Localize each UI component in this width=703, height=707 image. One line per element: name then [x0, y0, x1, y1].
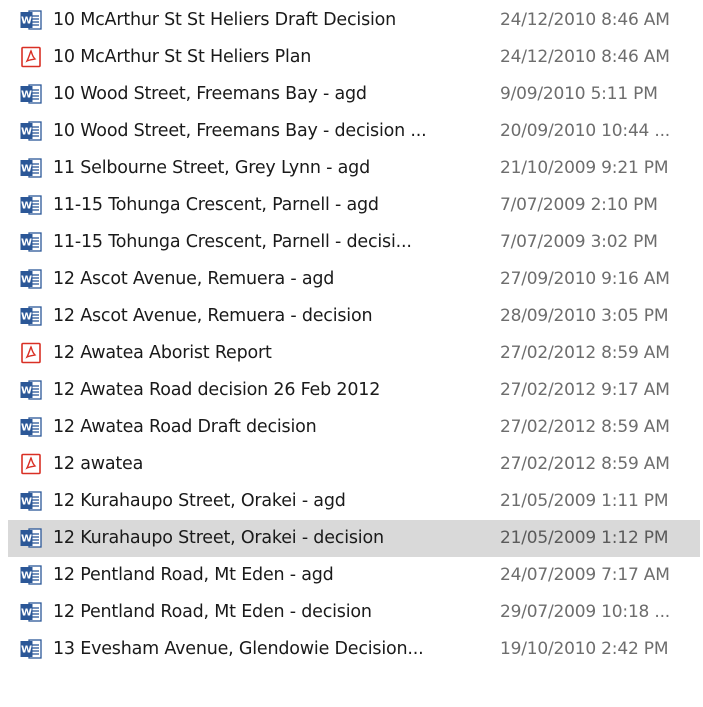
svg-text:W: W [21, 238, 32, 249]
svg-text:W: W [21, 312, 32, 323]
file-row[interactable]: W 10 Wood Street, Freemans Bay - agd 9/09… [8, 76, 700, 113]
word-doc-icon: W [19, 563, 43, 587]
word-doc-icon: W [19, 119, 43, 143]
word-doc-icon: W [19, 415, 43, 439]
file-date-modified: 24/12/2010 8:46 AM [500, 10, 670, 30]
file-date-modified: 21/05/2009 1:11 PM [500, 491, 669, 511]
word-doc-icon: W [19, 193, 43, 217]
file-date-modified: 27/02/2012 8:59 AM [500, 454, 670, 474]
svg-text:W: W [21, 608, 32, 619]
file-row[interactable]: W 12 Ascot Avenue, Remuera - agd 27/09/20… [8, 261, 700, 298]
file-row[interactable]: W 13 Evesham Avenue, Glendowie Decision.… [8, 631, 700, 668]
word-doc-icon: W [19, 489, 43, 513]
file-date-modified: 24/12/2010 8:46 AM [500, 47, 670, 67]
file-date-modified: 21/05/2009 1:12 PM [500, 528, 669, 548]
pdf-icon [19, 45, 43, 69]
file-date-modified: 21/10/2009 9:21 PM [500, 158, 669, 178]
file-row[interactable]: W 11 Selbourne Street, Grey Lynn - agd 21… [8, 150, 700, 187]
file-name: 12 Awatea Road decision 26 Feb 2012 [53, 380, 381, 400]
file-name: 11-15 Tohunga Crescent, Parnell - decisi… [53, 232, 412, 252]
file-date-modified: 7/07/2009 2:10 PM [500, 195, 658, 215]
file-row[interactable]: 12 awatea 27/02/2012 8:59 AM [8, 446, 700, 483]
file-list: W 10 McArthur St St Heliers Draft Decisi… [0, 0, 703, 707]
file-row[interactable]: W 10 McArthur St St Heliers Draft Decisi… [8, 2, 700, 39]
file-row[interactable]: W 12 Awatea Road decision 26 Feb 2012 27/… [8, 372, 700, 409]
svg-text:W: W [21, 386, 32, 397]
file-name: 11 Selbourne Street, Grey Lynn - agd [53, 158, 371, 178]
file-date-modified: 24/07/2009 7:17 AM [500, 565, 670, 585]
word-doc-icon: W [19, 600, 43, 624]
file-date-modified: 27/02/2012 8:59 AM [500, 343, 670, 363]
file-name: 13 Evesham Avenue, Glendowie Decision... [53, 639, 424, 659]
file-name: 10 Wood Street, Freemans Bay - agd [53, 84, 367, 104]
svg-text:W: W [21, 275, 32, 286]
file-row[interactable]: 10 McArthur St St Heliers Plan 24/12/2010… [8, 39, 700, 76]
file-name: 12 Kurahaupo Street, Orakei - agd [53, 491, 346, 511]
file-name: 12 Awatea Aborist Report [53, 343, 272, 363]
file-row[interactable]: W 11-15 Tohunga Crescent, Parnell - deci… [8, 224, 700, 261]
svg-text:W: W [21, 16, 32, 27]
svg-text:W: W [21, 497, 32, 508]
svg-text:W: W [21, 645, 32, 656]
pdf-icon [19, 452, 43, 476]
word-doc-icon: W [19, 8, 43, 32]
file-name: 12 Kurahaupo Street, Orakei - decision [53, 528, 384, 548]
file-row[interactable]: W 11-15 Tohunga Crescent, Parnell - agd 7… [8, 187, 700, 224]
word-doc-icon: W [19, 637, 43, 661]
file-name: 12 Pentland Road, Mt Eden - agd [53, 565, 334, 585]
file-date-modified: 7/07/2009 3:02 PM [500, 232, 658, 252]
file-row[interactable]: W 12 Kurahaupo Street, Orakei - decision… [8, 520, 700, 557]
file-date-modified: 9/09/2010 5:11 PM [500, 84, 658, 104]
word-doc-icon: W [19, 156, 43, 180]
file-date-modified: 29/07/2009 10:18 ... [500, 602, 670, 622]
file-row[interactable]: W 10 Wood Street, Freemans Bay - decisio… [8, 113, 700, 150]
word-doc-icon: W [19, 267, 43, 291]
file-name: 12 Ascot Avenue, Remuera - decision [53, 306, 373, 326]
file-row[interactable]: W 12 Kurahaupo Street, Orakei - agd 21/05… [8, 483, 700, 520]
word-doc-icon: W [19, 378, 43, 402]
file-date-modified: 28/09/2010 3:05 PM [500, 306, 669, 326]
file-name: 12 Awatea Road Draft decision [53, 417, 317, 437]
file-row[interactable]: W 12 Ascot Avenue, Remuera - decision 28/… [8, 298, 700, 335]
svg-text:W: W [21, 534, 32, 545]
file-date-modified: 20/09/2010 10:44 ... [500, 121, 670, 141]
file-date-modified: 27/09/2010 9:16 AM [500, 269, 670, 289]
svg-text:W: W [21, 571, 32, 582]
svg-text:W: W [21, 201, 32, 212]
svg-text:W: W [21, 423, 32, 434]
file-name: 12 Pentland Road, Mt Eden - decision [53, 602, 372, 622]
svg-text:W: W [21, 127, 32, 138]
file-row[interactable]: W 12 Awatea Road Draft decision 27/02/201… [8, 409, 700, 446]
file-name: 10 McArthur St St Heliers Draft Decision [53, 10, 397, 30]
word-doc-icon: W [19, 526, 43, 550]
word-doc-icon: W [19, 304, 43, 328]
file-row[interactable]: W 12 Pentland Road, Mt Eden - agd 24/07/2… [8, 557, 700, 594]
svg-text:W: W [21, 164, 32, 175]
word-doc-icon: W [19, 230, 43, 254]
pdf-icon [19, 341, 43, 365]
file-name: 11-15 Tohunga Crescent, Parnell - agd [53, 195, 379, 215]
file-date-modified: 27/02/2012 8:59 AM [500, 417, 670, 437]
file-row[interactable]: 12 Awatea Aborist Report 27/02/2012 8:59 … [8, 335, 700, 372]
file-name: 10 McArthur St St Heliers Plan [53, 47, 312, 67]
file-name: 12 Ascot Avenue, Remuera - agd [53, 269, 335, 289]
svg-text:W: W [21, 90, 32, 101]
file-row[interactable]: W 12 Pentland Road, Mt Eden - decision 29… [8, 594, 700, 631]
file-date-modified: 19/10/2010 2:42 PM [500, 639, 669, 659]
file-name: 10 Wood Street, Freemans Bay - decision … [53, 121, 427, 141]
file-name: 12 awatea [53, 454, 144, 474]
file-date-modified: 27/02/2012 9:17 AM [500, 380, 670, 400]
word-doc-icon: W [19, 82, 43, 106]
